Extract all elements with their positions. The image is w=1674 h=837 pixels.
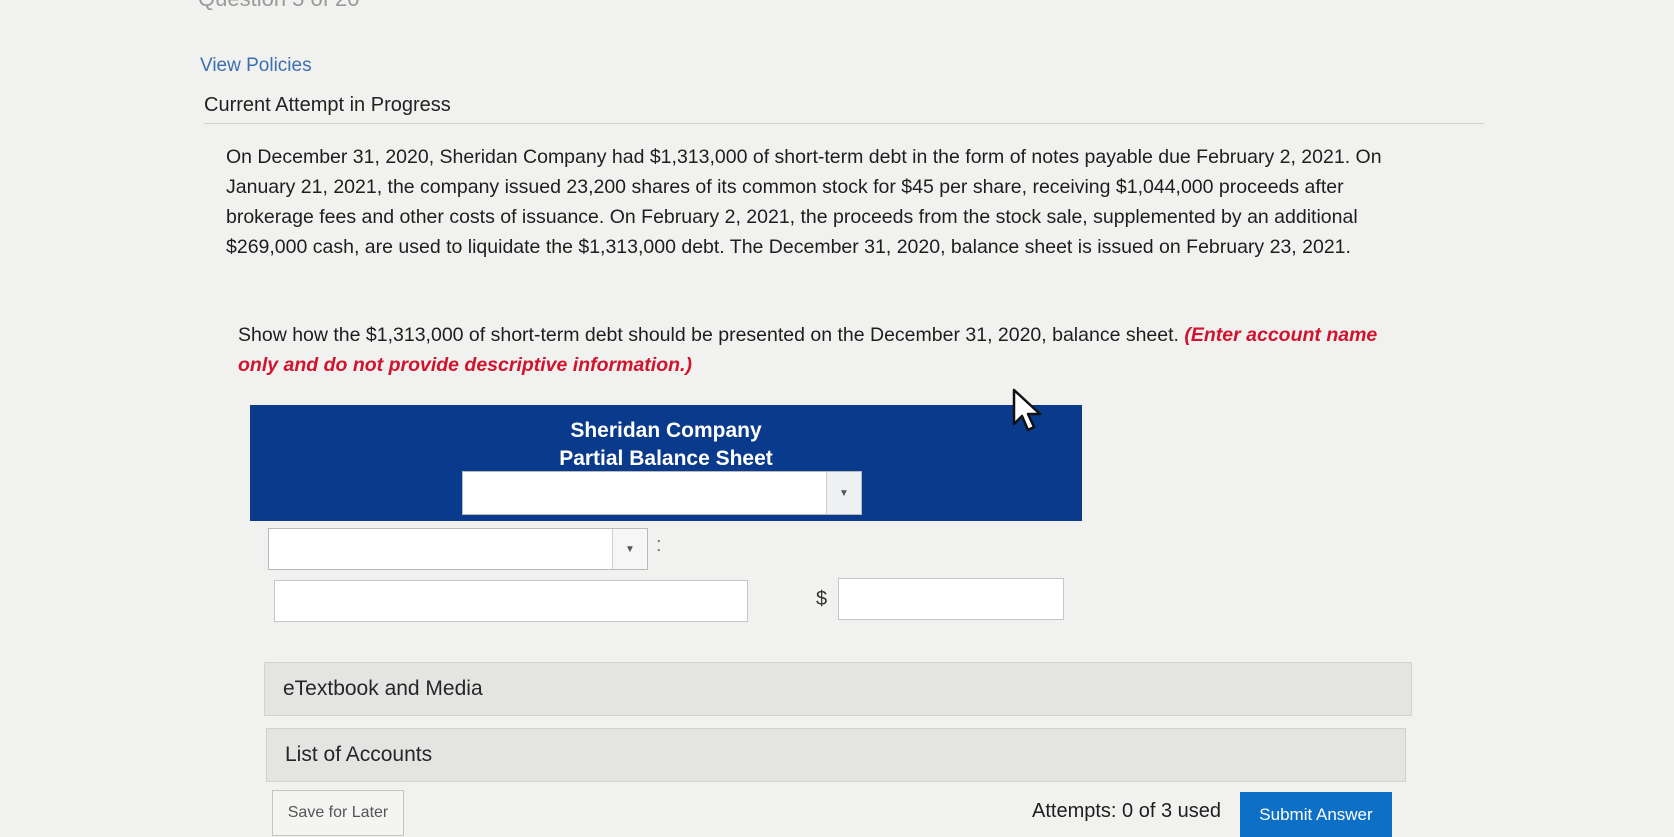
account-name-input[interactable] bbox=[274, 580, 748, 622]
company-name: Sheridan Company bbox=[570, 419, 762, 442]
mouse-pointer-icon bbox=[1012, 388, 1042, 432]
problem-text: On December 31, 2020, Sheridan Company h… bbox=[226, 146, 1382, 258]
view-policies-link[interactable]: View Policies bbox=[200, 55, 312, 77]
submit-answer-button[interactable]: Submit Answer bbox=[1240, 792, 1392, 837]
chevron-down-icon[interactable]: ▼ bbox=[826, 472, 861, 514]
question-prompt: Show how the $1,313,000 of short-term de… bbox=[238, 320, 1418, 380]
question-text: Show how the $1,313,000 of short-term de… bbox=[238, 324, 1179, 346]
save-for-later-button[interactable]: Save for Later bbox=[272, 790, 404, 836]
section-colon: : bbox=[656, 534, 662, 556]
currency-symbol: $ bbox=[816, 588, 828, 610]
chevron-down-icon[interactable]: ▼ bbox=[612, 529, 647, 569]
statement-title: Partial Balance Sheet bbox=[559, 447, 773, 470]
date-select[interactable]: ▼ bbox=[462, 471, 862, 515]
balance-sheet-header: Sheridan Company Partial Balance Sheet ▼ bbox=[250, 405, 1082, 521]
attempts-counter: Attempts: 0 of 3 used bbox=[1032, 800, 1221, 822]
etextbook-panel[interactable]: eTextbook and Media bbox=[264, 662, 1412, 716]
divider bbox=[204, 123, 1484, 124]
question-counter: Question 5 of 20 bbox=[198, 0, 359, 12]
list-of-accounts-label: List of Accounts bbox=[285, 743, 433, 766]
section-select[interactable]: ▼ bbox=[268, 528, 648, 570]
amount-input[interactable] bbox=[838, 578, 1064, 620]
etextbook-label: eTextbook and Media bbox=[283, 677, 483, 700]
attempt-title: Current Attempt in Progress bbox=[204, 94, 451, 116]
list-of-accounts-panel[interactable]: List of Accounts bbox=[266, 728, 1406, 782]
